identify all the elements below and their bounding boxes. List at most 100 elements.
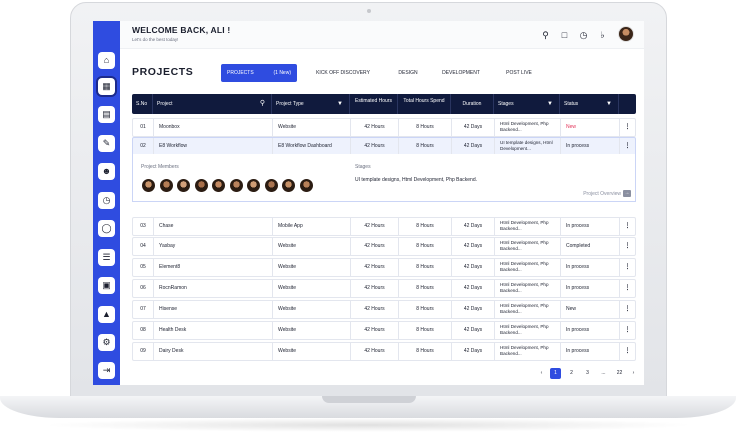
cell-status: New [561,301,620,318]
more-options-icon[interactable]: ⋮ [620,119,635,136]
member-avatar[interactable] [211,178,226,193]
member-avatar[interactable] [176,178,191,193]
search-icon[interactable]: ⚲ [540,30,551,41]
col-status[interactable]: Status ▼ [560,94,619,114]
member-avatar[interactable] [228,178,244,193]
server-icon[interactable]: ☰ [98,249,115,266]
member-avatar[interactable] [298,178,314,193]
member-avatar[interactable] [158,178,174,193]
table-row[interactable]: 03 Chase Mobile App 42 Hours 8 Hours 42 Days H… [132,217,636,236]
member-avatar[interactable] [141,178,156,193]
member-avatar[interactable] [193,178,209,193]
project-overview-link[interactable]: Project Overview [583,191,621,197]
page-2[interactable]: 2 [566,368,577,379]
table-row[interactable]: 05 Element8 Website 42 Hours 8 Hours 42 Days H… [132,258,636,277]
shield-icon[interactable]: ◯ [98,220,115,237]
clock-icon[interactable]: ◷ [98,192,115,209]
tab-development[interactable]: DEVELOPMENT [435,64,487,82]
folder-icon[interactable]: ▦ [98,78,115,95]
cell-stages: Html Development, Php Backend... [495,259,561,276]
cell-est: 42 Hours [351,280,399,297]
cell-spent: 8 Hours [399,343,452,360]
cell-duration: 42 Days [452,218,495,235]
chevron-down-icon[interactable]: ▼ [606,94,612,114]
more-options-icon[interactable]: ⋮ [620,322,635,339]
table-row[interactable]: 08 Health Desk Website 42 Hours 8 Hours 42 Da… [132,321,636,340]
col-project[interactable]: Project ⚲ [153,94,272,114]
search-icon[interactable]: ⚲ [260,94,265,114]
more-options-icon[interactable]: ⋮ [620,301,635,318]
col-stages[interactable]: Stages ▼ [494,94,560,114]
laptop-frame: ⌂ ▦ ▤ ✎ ☻ ◷ ◯ ☰ ▣ ▲ ⚙ ⇥ WELCOME BACK, AL… [0,0,736,438]
chevron-down-icon[interactable]: ▼ [547,94,553,114]
col-estimated: Estimated Hours [350,94,398,114]
table-row[interactable]: 09 Dairy Desk Website 42 Hours 8 Hours 42 Day… [132,342,636,361]
home-icon[interactable]: ⌂ [98,52,115,69]
cell-est: 42 Hours [351,343,399,360]
bell-icon[interactable]: ♭ [597,30,608,41]
tab-post-live[interactable]: POST LIVE [499,64,539,82]
cell-spent: 8 Hours [399,322,452,339]
cell-no: 01 [133,119,154,136]
cell-spent: 8 Hours [399,280,452,297]
edit-icon[interactable]: ✎ [98,135,115,152]
col-type-label: Project Type [276,101,304,107]
cell-duration: 42 Days [452,301,495,318]
top-bar: WELCOME BACK, ALI ! Let's do the best to… [120,21,644,49]
more-options-icon[interactable]: ⋮ [620,259,635,276]
table-row[interactable]: 01 Moonbox Website 42 Hours 8 Hours 42 Days Ht… [132,118,636,137]
cell-type: E8 Workflow Dashboard [273,138,351,155]
table-row[interactable]: 07 Hisense Website 42 Hours 8 Hours 42 Days Ht… [132,300,636,319]
member-avatar[interactable] [246,178,261,193]
image-icon[interactable]: ▲ [98,306,115,323]
page-22[interactable]: 22 [614,368,625,379]
page-3[interactable]: 3 [582,368,593,379]
more-options-icon[interactable]: ⋮ [620,238,635,255]
bookmark-icon[interactable]: □ [559,30,570,41]
col-type[interactable]: Project Type ▼ [272,94,350,114]
wallet-icon[interactable]: ▣ [98,277,115,294]
table-row[interactable]: 04 Yasbay Website 42 Hours 8 Hours 42 Days Htm… [132,237,636,256]
more-options-icon[interactable]: ⋮ [620,343,635,360]
chevron-down-icon[interactable]: ▼ [337,94,343,114]
table-row[interactable]: 06 RocnRamon Website 42 Hours 8 Hours 42 Days… [132,279,636,298]
cell-status: Completed [561,238,620,255]
tab-design[interactable]: DESIGN [393,64,423,82]
user-avatar[interactable] [618,26,634,42]
cell-status: In process [561,259,620,276]
cell-est: 42 Hours [351,138,399,155]
chevron-right-icon[interactable]: › [628,368,639,379]
cell-est: 42 Hours [351,322,399,339]
page-1[interactable]: 1 [550,368,561,379]
calendar-icon[interactable]: ▤ [98,106,115,123]
more-options-icon[interactable]: ⋮ [620,138,635,155]
arrow-right-icon[interactable]: → [623,190,631,197]
more-options-icon[interactable]: ⋮ [620,280,635,297]
page-ellipsis: ... [601,370,606,376]
cell-spent: 8 Hours [399,259,452,276]
cell-type: Website [273,322,351,339]
cell-spent: 8 Hours [399,138,452,155]
users-icon[interactable]: ☻ [98,163,115,180]
laptop-notch [322,396,416,403]
gear-icon[interactable]: ⚙ [98,334,115,351]
tab-kickoff[interactable]: KICK OFF DISCOVERY [309,64,377,82]
cell-status: New [561,119,620,136]
logout-icon[interactable]: ⇥ [98,362,115,379]
chevron-left-icon[interactable]: ‹ [536,368,547,379]
cell-type: Website [273,259,351,276]
member-avatar[interactable] [281,178,296,193]
cell-project: Yasbay [154,238,273,255]
camera-dot [367,9,371,13]
cell-no: 09 [133,343,154,360]
more-options-icon[interactable]: ⋮ [620,218,635,235]
cell-project: Health Desk [154,322,273,339]
cell-duration: 42 Days [452,119,495,136]
member-avatar[interactable] [263,178,279,193]
page-title: PROJECTS [132,66,194,78]
cell-no: 07 [133,301,154,318]
cell-spent: 8 Hours [399,119,452,136]
tab-projects[interactable]: PROJECTS (1 New) [221,64,297,82]
cell-stages: Html Development, Php Backend... [495,280,561,297]
timer-icon[interactable]: ◷ [578,30,589,41]
